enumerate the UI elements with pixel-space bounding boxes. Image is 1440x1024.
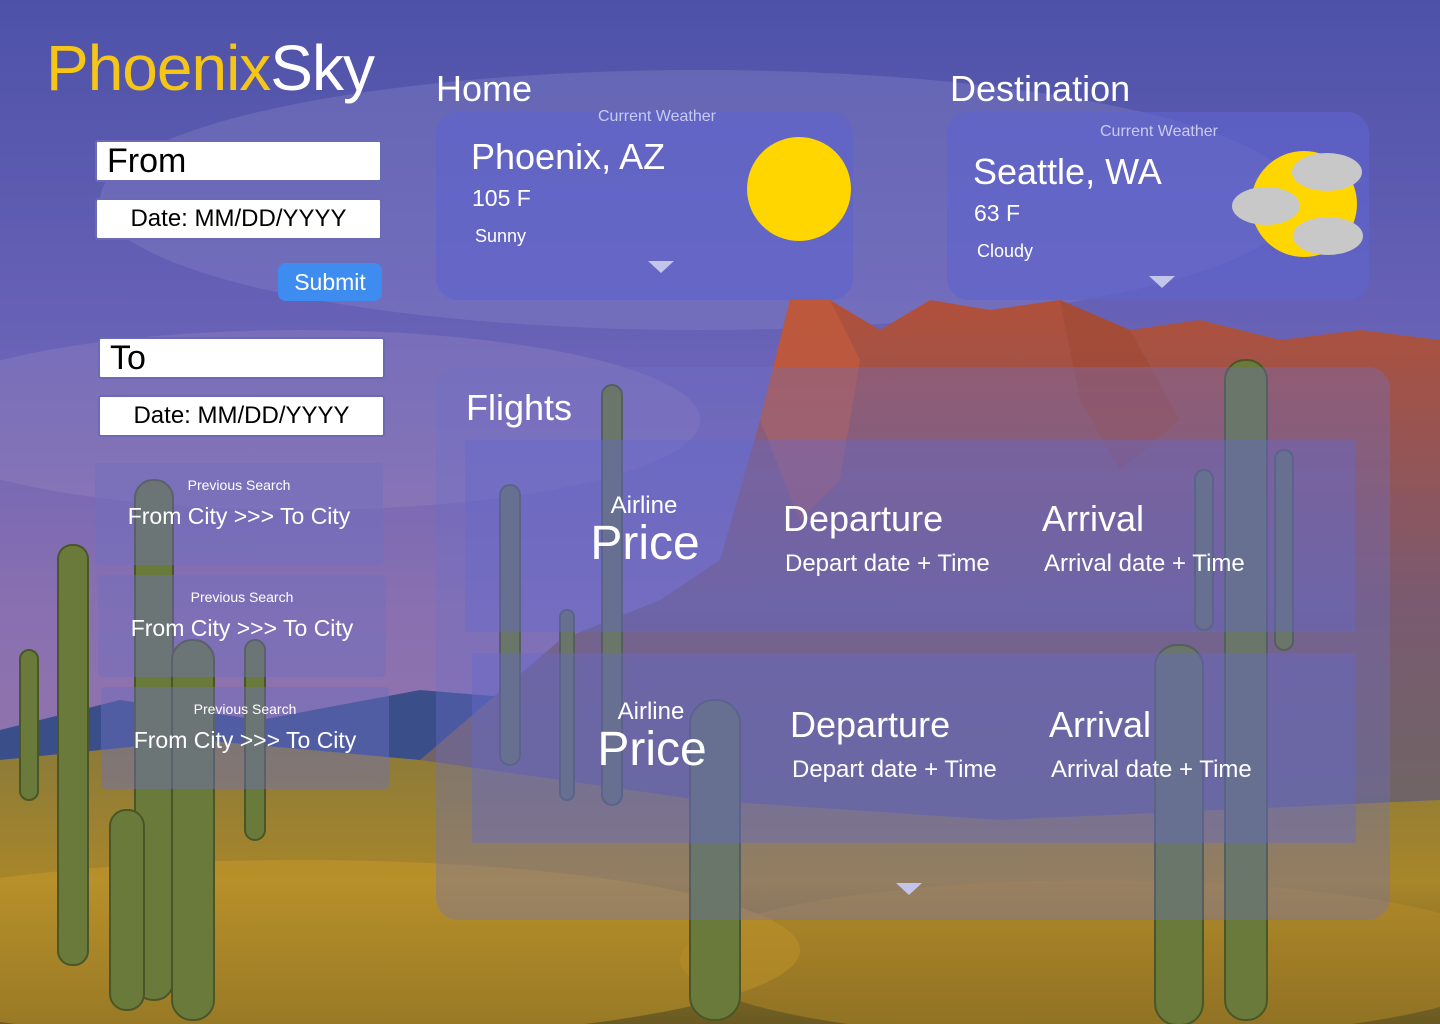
- previous-search-route: From City >>> To City: [130, 615, 354, 641]
- to-input[interactable]: To: [98, 337, 385, 379]
- home-condition: Sunny: [475, 226, 527, 246]
- flight-departure-time: Depart date + Time: [792, 756, 997, 783]
- logo-part-phoenix: Phoenix: [46, 32, 271, 104]
- from-date-input[interactable]: Date: MM/DD/YYYY: [95, 198, 382, 240]
- destination-weather-caption: Current Weather: [1100, 123, 1218, 140]
- previous-search-route: From City >>> To City: [127, 503, 351, 529]
- previous-search-item[interactable]: Previous Search From City >>> To City: [101, 687, 389, 789]
- flight-departure-time: Depart date + Time: [785, 550, 990, 577]
- flight-price: Price: [597, 723, 707, 776]
- destination-temp: 63 F: [974, 200, 1021, 226]
- flight-arrival-heading: Arrival: [1042, 498, 1145, 539]
- flight-card[interactable]: Airline Price Departure Depart date + Ti…: [465, 440, 1355, 632]
- submit-button[interactable]: Submit: [278, 263, 382, 301]
- logo-part-sky: Sky: [270, 32, 375, 104]
- home-weather-caption: Current Weather: [598, 108, 716, 125]
- home-weather-card[interactable]: Current Weather Phoenix, AZ 105 F Sunny: [436, 108, 853, 300]
- flight-card[interactable]: Airline Price Departure Depart date + Ti…: [472, 653, 1356, 843]
- chevron-down-icon[interactable]: [1149, 276, 1175, 288]
- flight-price: Price: [590, 517, 700, 570]
- home-title: Home: [436, 68, 533, 109]
- flights-title: Flights: [466, 387, 573, 428]
- destination-condition: Cloudy: [977, 241, 1034, 261]
- previous-search-item[interactable]: Previous Search From City >>> To City: [98, 575, 386, 677]
- to-date-input[interactable]: Date: MM/DD/YYYY: [98, 395, 385, 437]
- home-temp: 105 F: [472, 185, 531, 211]
- app-logo: PhoenixSky: [46, 36, 375, 100]
- destination-city: Seattle, WA: [973, 151, 1162, 192]
- cloudy-icon: [1232, 151, 1363, 257]
- previous-search-route: From City >>> To City: [133, 727, 357, 753]
- chevron-down-icon[interactable]: [896, 883, 922, 895]
- from-input[interactable]: From: [95, 140, 382, 182]
- destination-title: Destination: [950, 68, 1131, 109]
- flight-departure-heading: Departure: [783, 498, 944, 539]
- flight-arrival-time: Arrival date + Time: [1051, 756, 1252, 783]
- previous-search-caption: Previous Search: [187, 477, 291, 493]
- previous-search-caption: Previous Search: [193, 701, 297, 717]
- previous-search-caption: Previous Search: [190, 589, 294, 605]
- chevron-down-icon[interactable]: [648, 261, 674, 273]
- destination-weather-card[interactable]: Current Weather Seattle, WA 63 F Cloudy: [947, 112, 1369, 300]
- home-city: Phoenix, AZ: [471, 136, 666, 177]
- sun-icon: [747, 137, 851, 241]
- flight-arrival-heading: Arrival: [1049, 704, 1152, 745]
- flight-departure-heading: Departure: [790, 704, 951, 745]
- flights-panel: Flights Airline Price Departure Depart d…: [436, 367, 1390, 920]
- flight-arrival-time: Arrival date + Time: [1044, 550, 1245, 577]
- previous-search-item[interactable]: Previous Search From City >>> To City: [95, 463, 383, 565]
